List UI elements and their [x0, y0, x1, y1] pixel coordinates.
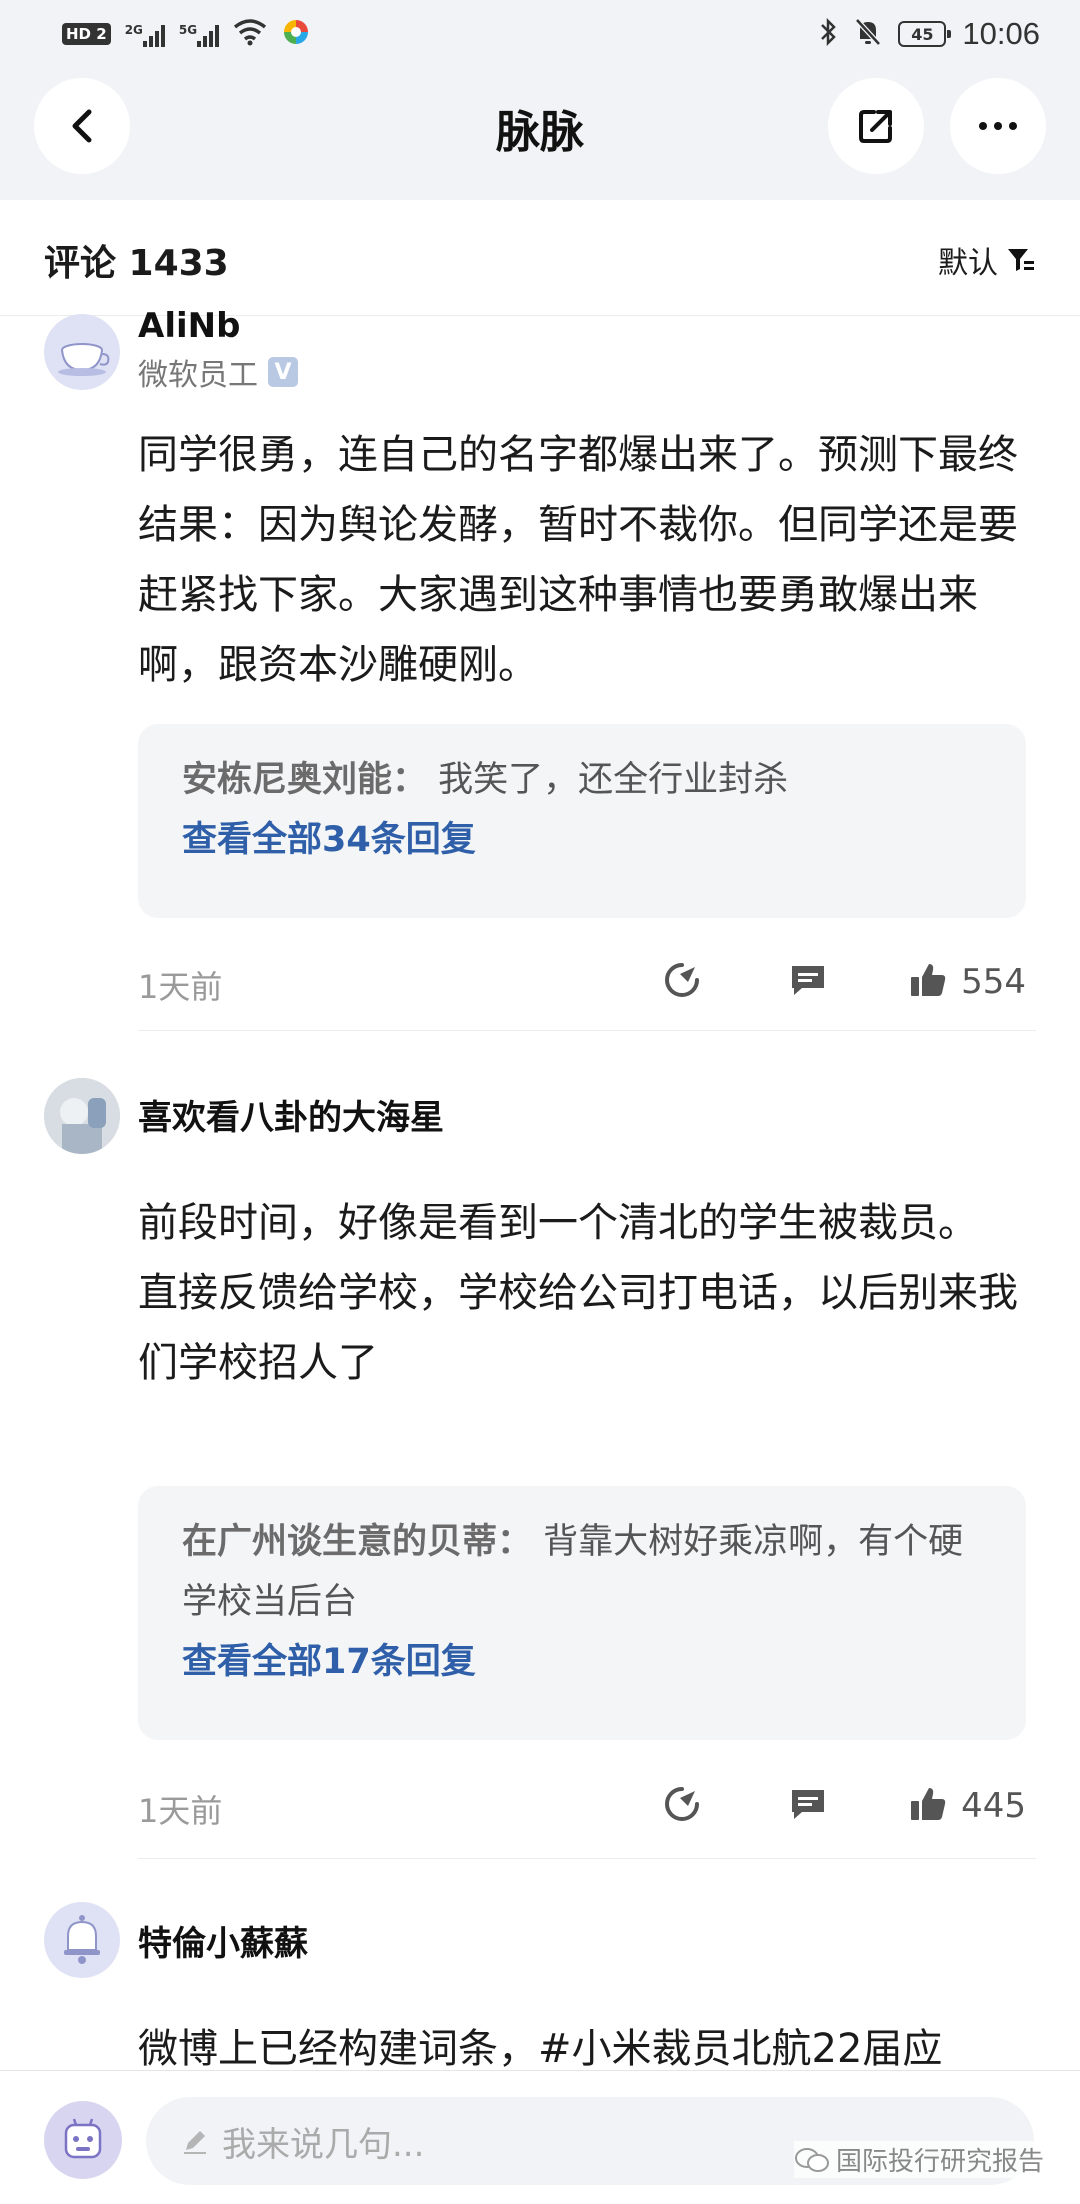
- comment-time: 1天前: [138, 968, 223, 1006]
- reply-author[interactable]: 在广州谈生意的贝蒂：: [182, 1522, 532, 1562]
- status-right: 45 10:06: [818, 14, 1040, 54]
- reply-icon[interactable]: [788, 1784, 828, 1824]
- view-all-replies-link[interactable]: 查看全部17条回复: [182, 1632, 982, 1692]
- more-dots-icon: [979, 122, 1017, 130]
- status-left: HD 2 2G 5G: [62, 16, 311, 52]
- reply-line: 在广州谈生意的贝蒂： 背靠大树好乘凉啊，有个硬学校当后台: [182, 1512, 982, 1632]
- divider: [138, 1858, 1036, 1859]
- composer-bar: 我来说几句... 国际投行研究报告: [0, 2070, 1080, 2204]
- sort-button[interactable]: 默认: [938, 238, 1036, 282]
- verified-badge-icon: V: [268, 357, 298, 387]
- divider: [138, 1030, 1036, 1031]
- reply-author[interactable]: 安栋尼奥刘能：: [182, 760, 427, 800]
- signal-1-label: 2G: [124, 23, 143, 37]
- signal-1-icon: 2G: [125, 21, 165, 47]
- battery-level: 45: [911, 24, 934, 44]
- comment-meta: 1天前 554: [138, 956, 1026, 1006]
- pencil-icon: [184, 2131, 206, 2154]
- bluetooth-icon: [818, 17, 838, 51]
- my-avatar[interactable]: [44, 2101, 122, 2179]
- filter-icon: [1008, 249, 1034, 271]
- comments-header: 评论 1433 默认: [0, 200, 1080, 316]
- reply-text: 我笑了，还全行业封杀: [438, 760, 789, 800]
- comments-count: 评论 1433: [44, 243, 229, 284]
- share-icon: [859, 110, 892, 143]
- username[interactable]: 特倫小蘇蘇: [138, 1916, 308, 1965]
- top-area: HD 2 2G 5G 45 10:06 脉脉: [0, 0, 1080, 200]
- comment-meta: 1天前 445: [138, 1780, 1026, 1830]
- app-notification-icon: [281, 17, 311, 52]
- like-count: 554: [961, 962, 1026, 1002]
- avatar[interactable]: [44, 314, 120, 390]
- share-button[interactable]: [828, 78, 924, 174]
- comment-text: 前段时间，好像是看到一个清北的学生被裁员。 直接反馈给学校，学校给公司打电话，以…: [138, 1200, 1018, 1386]
- comment-text: 同学很勇，连自己的名字都爆出来了。预测下最终结果：因为舆论发酵，暂时不裁你。但同…: [138, 432, 1018, 688]
- photo-avatar-icon: [44, 1078, 120, 1154]
- hd-label: HD: [66, 25, 92, 43]
- thumbs-up-icon[interactable]: [908, 1784, 948, 1824]
- clock: 10:06: [962, 16, 1040, 51]
- compass-share-icon[interactable]: [662, 960, 702, 1000]
- comment-input-placeholder: 我来说几句...: [222, 2124, 425, 2165]
- verified-badge-letter: V: [274, 359, 292, 385]
- wifi-icon: [233, 18, 267, 51]
- reply-line: 安栋尼奥刘能： 我笑了，还全行业封杀: [182, 750, 982, 810]
- hd-num: 2: [96, 25, 107, 43]
- reply-preview[interactable]: 在广州谈生意的贝蒂： 背靠大树好乘凉啊，有个硬学校当后台 查看全部17条回复: [138, 1486, 1026, 1740]
- like-count: 445: [961, 1786, 1026, 1826]
- comment-time: 1天前: [138, 1792, 223, 1830]
- watermark-text: 国际投行研究报告: [835, 2147, 1044, 2177]
- status-bar: HD 2 2G 5G 45 10:06: [0, 0, 1080, 68]
- robot-avatar-icon: [64, 2118, 102, 2159]
- signal-2-label: 5G: [178, 23, 198, 37]
- username[interactable]: 喜欢看八卦的大海星: [138, 1090, 444, 1139]
- mute-bell-icon: [854, 17, 882, 51]
- wechat-icon: [794, 2147, 829, 2172]
- watermark: 国际投行研究报告: [793, 2141, 1044, 2178]
- reply-icon[interactable]: [788, 960, 828, 1000]
- user-company: 微软员工: [138, 358, 258, 393]
- signal-2-icon: 5G: [178, 21, 220, 47]
- reply-preview[interactable]: 安栋尼奥刘能： 我笑了，还全行业封杀 查看全部34条回复: [138, 724, 1026, 918]
- username[interactable]: AliNb: [138, 306, 240, 346]
- cup-avatar-icon: [58, 343, 110, 376]
- battery-icon: 45: [898, 21, 952, 47]
- compass-share-icon[interactable]: [662, 1784, 702, 1824]
- user-subtitle: 微软员工 V: [138, 350, 298, 394]
- view-all-replies-link[interactable]: 查看全部34条回复: [182, 810, 982, 870]
- thumbs-up-icon[interactable]: [908, 960, 948, 1000]
- more-button[interactable]: [950, 78, 1046, 174]
- sort-label: 默认: [938, 246, 998, 281]
- bell-avatar-icon: [64, 1915, 100, 1964]
- avatar[interactable]: [44, 1078, 120, 1154]
- avatar[interactable]: [44, 1902, 120, 1978]
- hd-indicator: HD 2: [62, 23, 111, 45]
